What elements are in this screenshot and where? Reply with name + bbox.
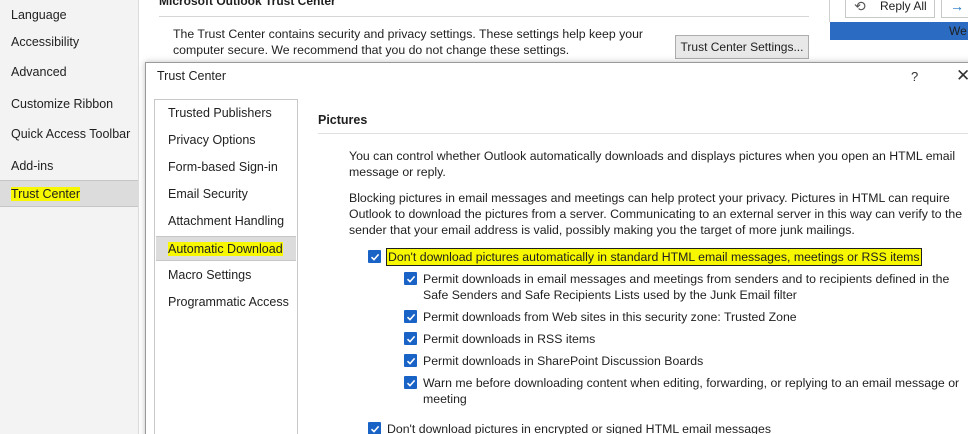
- nav-item-advanced[interactable]: Advanced: [0, 59, 138, 86]
- header-text: We: [949, 24, 967, 38]
- checkbox-label: Don't download pictures in encrypted or …: [387, 422, 771, 434]
- checkbox-trusted-zone[interactable]: [404, 310, 417, 323]
- category-list: Trusted Publishers Privacy Options Form-…: [154, 99, 298, 434]
- trust-center-heading: Microsoft Outlook Trust Center: [159, 0, 336, 8]
- reply-all-icon: ⟲: [854, 0, 866, 14]
- nav-item-accessibility[interactable]: Accessibility: [0, 29, 138, 56]
- checkbox-rss[interactable]: [404, 332, 417, 345]
- category-programmatic-access[interactable]: Programmatic Access: [156, 290, 296, 315]
- nav-item-trust-center[interactable]: Trust Center: [0, 180, 138, 207]
- option-row-encrypted: Don't download pictures in encrypted or …: [368, 421, 771, 434]
- section-title: Pictures: [318, 113, 368, 127]
- reply-all-button[interactable]: ⟲ Reply All: [845, 0, 935, 18]
- intro-text: You can control whether Outlook automati…: [349, 149, 956, 179]
- blocking-text: Blocking pictures in email messages and …: [349, 191, 963, 237]
- checkbox-label: Permit downloads in RSS items: [423, 332, 596, 346]
- category-automatic-download[interactable]: Automatic Download: [156, 236, 296, 261]
- category-form-based-sign-in[interactable]: Form-based Sign-in: [156, 155, 296, 180]
- nav-item-language[interactable]: Language: [0, 2, 138, 29]
- accent-bar: [830, 22, 968, 40]
- category-attachment-handling[interactable]: Attachment Handling: [156, 209, 296, 234]
- forward-button[interactable]: →: [941, 0, 968, 18]
- nav-item-add-ins[interactable]: Add-ins: [0, 153, 138, 180]
- checkbox-label: Permit downloads in email messages and m…: [423, 272, 950, 302]
- close-icon[interactable]: ✕: [956, 66, 968, 86]
- reply-all-label: Reply All: [880, 0, 927, 13]
- checkbox-block-pictures[interactable]: [368, 250, 381, 263]
- nav-item-quick-access-toolbar[interactable]: Quick Access Toolbar: [0, 121, 138, 148]
- option-row-rss: Permit downloads in RSS items: [404, 331, 595, 347]
- trust-center-settings-button[interactable]: Trust Center Settings...: [675, 35, 809, 59]
- checkbox-encrypted[interactable]: [368, 422, 381, 434]
- forward-icon: →: [950, 0, 964, 14]
- divider: [829, 0, 830, 22]
- dialog-title: Trust Center: [157, 69, 227, 83]
- checkbox-safe-senders[interactable]: [404, 272, 417, 285]
- help-icon[interactable]: ?: [911, 69, 918, 84]
- option-row-safe-senders: Permit downloads in email messages and m…: [404, 271, 964, 303]
- option-row-warn: Warn me before downloading content when …: [404, 375, 964, 407]
- options-nav: Language Accessibility Advanced Customiz…: [0, 0, 139, 434]
- checkbox-warn[interactable]: [404, 376, 417, 389]
- category-email-security[interactable]: Email Security: [156, 182, 296, 207]
- divider: [318, 133, 968, 134]
- checkbox-label: Permit downloads in SharePoint Discussio…: [423, 354, 704, 368]
- category-privacy-options[interactable]: Privacy Options: [156, 128, 296, 153]
- category-trusted-publishers[interactable]: Trusted Publishers: [156, 101, 296, 126]
- category-macro-settings[interactable]: Macro Settings: [156, 263, 296, 288]
- divider: [159, 16, 809, 17]
- trust-center-description: The Trust Center contains security and p…: [173, 27, 644, 57]
- trust-center-dialog: Trust Center ? ✕ Trusted Publishers Priv…: [145, 62, 968, 434]
- checkbox-label: Don't download pictures automatically in…: [386, 248, 922, 266]
- checkbox-sharepoint[interactable]: [404, 354, 417, 367]
- checkbox-label: Warn me before downloading content when …: [423, 376, 960, 406]
- option-row-block-pictures: Don't download pictures automatically in…: [368, 248, 922, 266]
- option-row-trusted-zone: Permit downloads from Web sites in this …: [404, 309, 797, 325]
- checkbox-label: Permit downloads from Web sites in this …: [423, 310, 797, 324]
- nav-item-customize-ribbon[interactable]: Customize Ribbon: [0, 91, 138, 118]
- option-row-sharepoint: Permit downloads in SharePoint Discussio…: [404, 353, 703, 369]
